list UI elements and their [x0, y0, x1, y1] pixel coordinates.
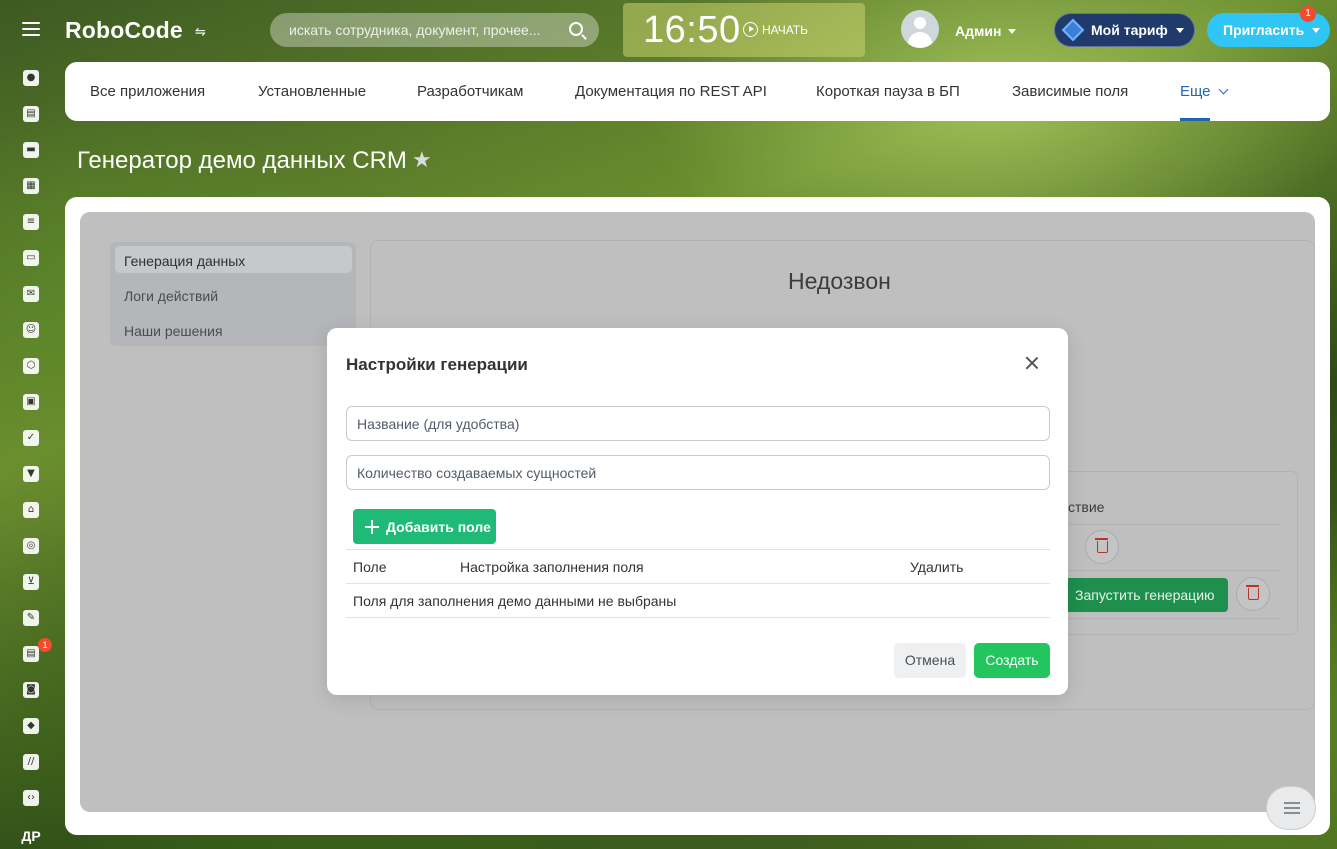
create-button[interactable]: Создать [974, 643, 1050, 678]
active-tab-underline [1180, 118, 1210, 121]
start-label: НАЧАТЬ [762, 22, 809, 37]
clock: 16:50 [643, 9, 741, 51]
chevron-down-icon [1312, 27, 1321, 33]
chat-icon[interactable]: ▬ [0, 132, 62, 168]
table-divider [346, 549, 1050, 550]
sidebar-bottom-label[interactable]: ДР [0, 828, 62, 844]
mail-icon[interactable]: ✉ [0, 276, 62, 312]
app-tabs-bar: Все приложения Установленные Разработчик… [65, 62, 1330, 121]
tariff-button[interactable]: Мой тариф [1054, 13, 1195, 47]
divider [1061, 524, 1280, 525]
tab-installed[interactable]: Установленные [258, 83, 366, 100]
worktime-widget[interactable]: 16:50 НАЧАТЬ [623, 3, 865, 57]
add-field-button[interactable]: Добавить поле [353, 509, 496, 544]
delete-button[interactable] [1236, 577, 1270, 611]
document-icon[interactable]: ≡ [0, 204, 62, 240]
avatar[interactable] [901, 10, 939, 48]
calendar-icon[interactable]: ▦ [0, 168, 62, 204]
name-input[interactable] [347, 407, 1049, 440]
delete-button[interactable] [1085, 530, 1119, 564]
table-divider [346, 583, 1050, 584]
tab-rest-docs[interactable]: Документация по REST API [575, 83, 767, 100]
feed-icon[interactable]: ▤ [0, 96, 62, 132]
column-header-delete: Удалить [910, 559, 964, 575]
count-input[interactable] [347, 456, 1049, 489]
divider [1061, 618, 1280, 619]
column-header-field: Поле [353, 559, 387, 575]
team-icon[interactable]: ☺ [0, 312, 62, 348]
start-workday-button[interactable]: НАЧАТЬ [743, 22, 808, 37]
tariff-icon [1061, 18, 1085, 42]
generation-settings-modal: Настройки генерации Добавить поле Поле Н… [327, 328, 1068, 695]
star-icon[interactable]: ★ [412, 148, 432, 173]
filter-icon[interactable]: ▼ [0, 456, 62, 492]
plus-icon [365, 519, 379, 534]
page-title: Генератор демо данных CRM [77, 147, 407, 174]
market-icon[interactable]: // [0, 744, 62, 780]
sidebar-badge: 1 [38, 638, 52, 652]
run-generation-button[interactable]: Запустить генерацию [1062, 578, 1228, 612]
tab-more[interactable]: Еще [1180, 83, 1228, 100]
list-icon [1284, 802, 1300, 817]
cart-icon[interactable]: ⊻ [0, 564, 62, 600]
add-field-label: Добавить поле [386, 518, 491, 535]
tasks-icon[interactable]: ✓ [0, 420, 62, 456]
left-menu-item-logs[interactable]: Логи действий [124, 288, 218, 304]
left-menu-item-solutions[interactable]: Наши решения [124, 323, 223, 339]
modal-title: Настройки генерации [346, 355, 528, 374]
box-icon[interactable]: ◆ [0, 708, 62, 744]
code-icon[interactable]: ‹› [0, 780, 62, 816]
user-menu-caret-icon[interactable] [1008, 29, 1016, 34]
search-input[interactable] [270, 13, 550, 47]
divider [1061, 570, 1280, 571]
search-box[interactable] [270, 13, 599, 47]
bank-icon[interactable]: ⌂ [0, 492, 62, 528]
table-divider [346, 617, 1050, 618]
logo-settings-icon[interactable]: ⇋ [195, 24, 206, 40]
menu-burger-icon[interactable] [22, 22, 40, 36]
invite-label: Пригласить [1223, 22, 1305, 38]
search-icon[interactable] [569, 22, 583, 36]
chevron-down-icon [1175, 27, 1184, 33]
invite-badge: 1 [1300, 6, 1316, 22]
left-menu: Генерация данных Логи действий Наши реше… [110, 242, 356, 346]
cancel-button[interactable]: Отмена [894, 643, 966, 678]
background-heading: Недозвон [788, 268, 891, 294]
app-logo[interactable]: RoboCode [65, 17, 183, 44]
tab-all-apps[interactable]: Все приложения [90, 83, 205, 100]
drive-icon[interactable]: ▭ [0, 240, 62, 276]
tab-dependent-fields[interactable]: Зависимые поля [1012, 83, 1128, 100]
robot-icon[interactable]: ◙ [0, 672, 62, 708]
trash-icon [1095, 538, 1108, 553]
tab-short-pause[interactable]: Короткая пауза в БП [816, 83, 960, 100]
close-icon[interactable] [1024, 355, 1040, 371]
sidebar-icons: ● ▤ ▬ ▦ ≡ ▭ ✉ ☺ ⬡ ▣ ✓ ▼ ⌂ ◎ ⊻ ✎ ▤ 1 ◙ ◆ /… [0, 60, 62, 816]
chevron-down-icon [1218, 84, 1228, 95]
trash-icon [1246, 585, 1259, 600]
empty-state-text: Поля для заполнения демо данными не выбр… [353, 593, 677, 609]
sign-icon[interactable]: ✎ [0, 600, 62, 636]
tab-more-label: Еще [1180, 83, 1211, 100]
target-icon[interactable]: ◎ [0, 528, 62, 564]
play-icon [743, 22, 758, 37]
apps-icon[interactable]: ● [0, 60, 62, 96]
contact-card-icon[interactable]: ▤ 1 [0, 636, 62, 672]
background-column-header: ствие [1068, 499, 1105, 515]
name-field[interactable] [346, 406, 1050, 441]
hexagon-icon[interactable]: ⬡ [0, 348, 62, 384]
tab-developers[interactable]: Разработчикам [417, 83, 523, 100]
feedback-button[interactable] [1266, 786, 1316, 830]
count-field[interactable] [346, 455, 1050, 490]
left-sidebar: ● ▤ ▬ ▦ ≡ ▭ ✉ ☺ ⬡ ▣ ✓ ▼ ⌂ ◎ ⊻ ✎ ▤ 1 ◙ ◆ /… [0, 0, 62, 849]
presentation-icon[interactable]: ▣ [0, 384, 62, 420]
tariff-label: Мой тариф [1091, 22, 1168, 38]
column-header-settings: Настройка заполнения поля [460, 559, 644, 575]
user-name[interactable]: Админ [955, 23, 1001, 39]
left-menu-item-generation[interactable]: Генерация данных [124, 253, 245, 269]
